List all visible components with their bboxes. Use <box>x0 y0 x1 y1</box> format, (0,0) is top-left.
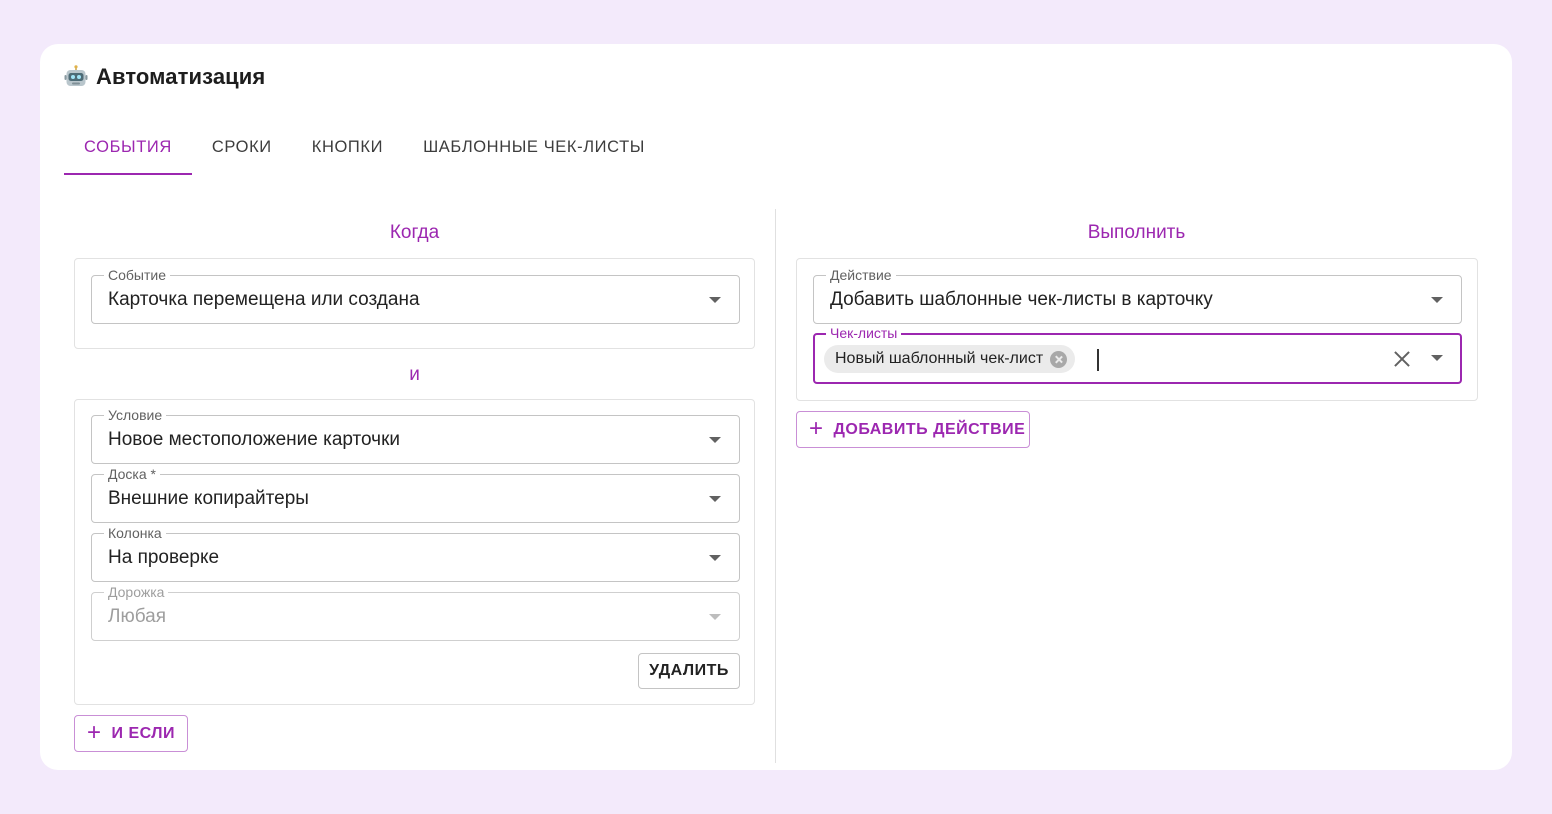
add-action-label: ДОБАВИТЬ ДЕЙСТВИЕ <box>833 420 1026 438</box>
event-value: Карточка перемещена или создана <box>108 289 420 310</box>
text-cursor <box>1097 349 1099 371</box>
when-title: Когда <box>389 222 440 243</box>
tab-deadlines[interactable]: СРОКИ <box>192 120 292 175</box>
action-select[interactable]: Действие Добавить шаблонные чек-листы в … <box>813 266 1462 324</box>
plus-icon: + <box>809 414 824 442</box>
robot-icon <box>64 65 88 89</box>
lane-select: Дорожка Любая <box>91 583 740 641</box>
chevron-down-icon <box>709 437 721 443</box>
tab-bar: СОБЫТИЯ СРОКИ КНОПКИ ШАБЛОННЫЕ ЧЕК-ЛИСТЫ <box>64 120 665 175</box>
column-divider <box>775 209 776 763</box>
add-action-button[interactable]: + ДОБАВИТЬ ДЕЙСТВИЕ <box>796 411 1030 448</box>
chevron-down-icon <box>709 614 721 620</box>
plus-icon: + <box>87 718 102 746</box>
condition-select[interactable]: Условие Новое местоположение карточки <box>91 406 740 464</box>
page-title: Автоматизация <box>96 64 266 89</box>
action-panel: Действие Добавить шаблонные чек-листы в … <box>796 258 1478 401</box>
delete-button[interactable]: УДАЛИТЬ <box>638 653 740 689</box>
condition-panel: Условие Новое местоположение карточки До… <box>74 399 755 705</box>
lane-label: Дорожка <box>104 583 169 601</box>
chevron-down-icon <box>709 496 721 502</box>
header: Автоматизация <box>64 62 265 92</box>
chip-remove-icon[interactable] <box>1050 350 1068 368</box>
add-if-label: И ЕСЛИ <box>111 724 176 742</box>
and-label: и <box>409 364 420 385</box>
tab-buttons[interactable]: КНОПКИ <box>292 120 403 175</box>
condition-label: Условие <box>104 406 167 424</box>
chip-label: Новый шаблонный чек-лист <box>835 350 1044 367</box>
chevron-down-icon[interactable] <box>1431 355 1443 361</box>
column-value: На проверке <box>108 547 220 568</box>
chevron-down-icon <box>1431 297 1443 303</box>
chevron-down-icon <box>709 555 721 561</box>
column-select[interactable]: Колонка На проверке <box>91 524 740 582</box>
event-panel: Событие Карточка перемещена или создана <box>74 258 755 349</box>
board-value: Внешние копирайтеры <box>108 488 309 509</box>
automation-card: Автоматизация СОБЫТИЯ СРОКИ КНОПКИ ШАБЛО… <box>40 44 1512 770</box>
column-label: Колонка <box>104 524 166 542</box>
action-label: Действие <box>826 266 896 284</box>
event-label: Событие <box>104 266 170 284</box>
add-if-button[interactable]: + И ЕСЛИ <box>74 715 188 752</box>
execute-title: Выполнить <box>1087 222 1186 243</box>
close-icon[interactable] <box>1392 349 1412 369</box>
chevron-down-icon <box>709 297 721 303</box>
lane-value: Любая <box>108 606 167 627</box>
board-label: Доска * <box>104 465 160 483</box>
action-value: Добавить шаблонные чек-листы в карточку <box>830 289 1213 310</box>
checklist-chip: Новый шаблонный чек-лист <box>824 345 1076 373</box>
board-select[interactable]: Доска * Внешние копирайтеры <box>91 465 740 523</box>
condition-value: Новое местоположение карточки <box>108 429 400 450</box>
checklists-autocomplete[interactable]: Чек-листы Новый шаблонный чек-лист <box>813 324 1462 384</box>
tab-events[interactable]: СОБЫТИЯ <box>64 120 192 175</box>
tab-template-checklists[interactable]: ШАБЛОННЫЕ ЧЕК-ЛИСТЫ <box>403 120 665 175</box>
checklists-label: Чек-листы <box>826 324 902 342</box>
event-select[interactable]: Событие Карточка перемещена или создана <box>91 266 740 324</box>
